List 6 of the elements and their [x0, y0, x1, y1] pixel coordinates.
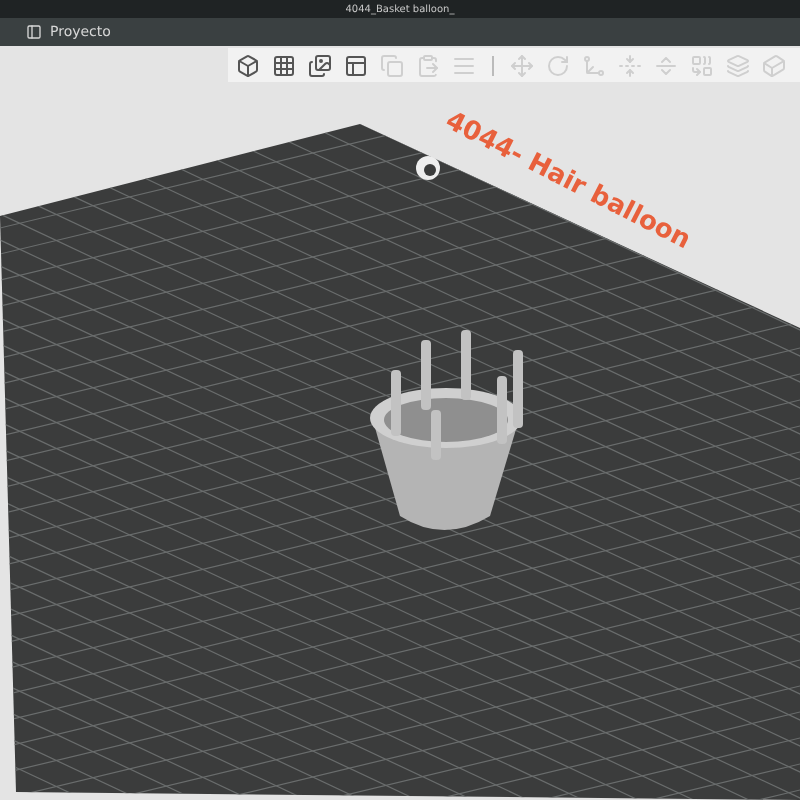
panel-icon[interactable]	[26, 24, 42, 40]
layout-tool-button[interactable]	[342, 51, 370, 79]
import-tool-button[interactable]	[306, 51, 334, 79]
add-model-tool-button[interactable]	[234, 51, 262, 79]
grid-tool-button[interactable]	[270, 51, 298, 79]
logo-icon	[416, 156, 440, 180]
